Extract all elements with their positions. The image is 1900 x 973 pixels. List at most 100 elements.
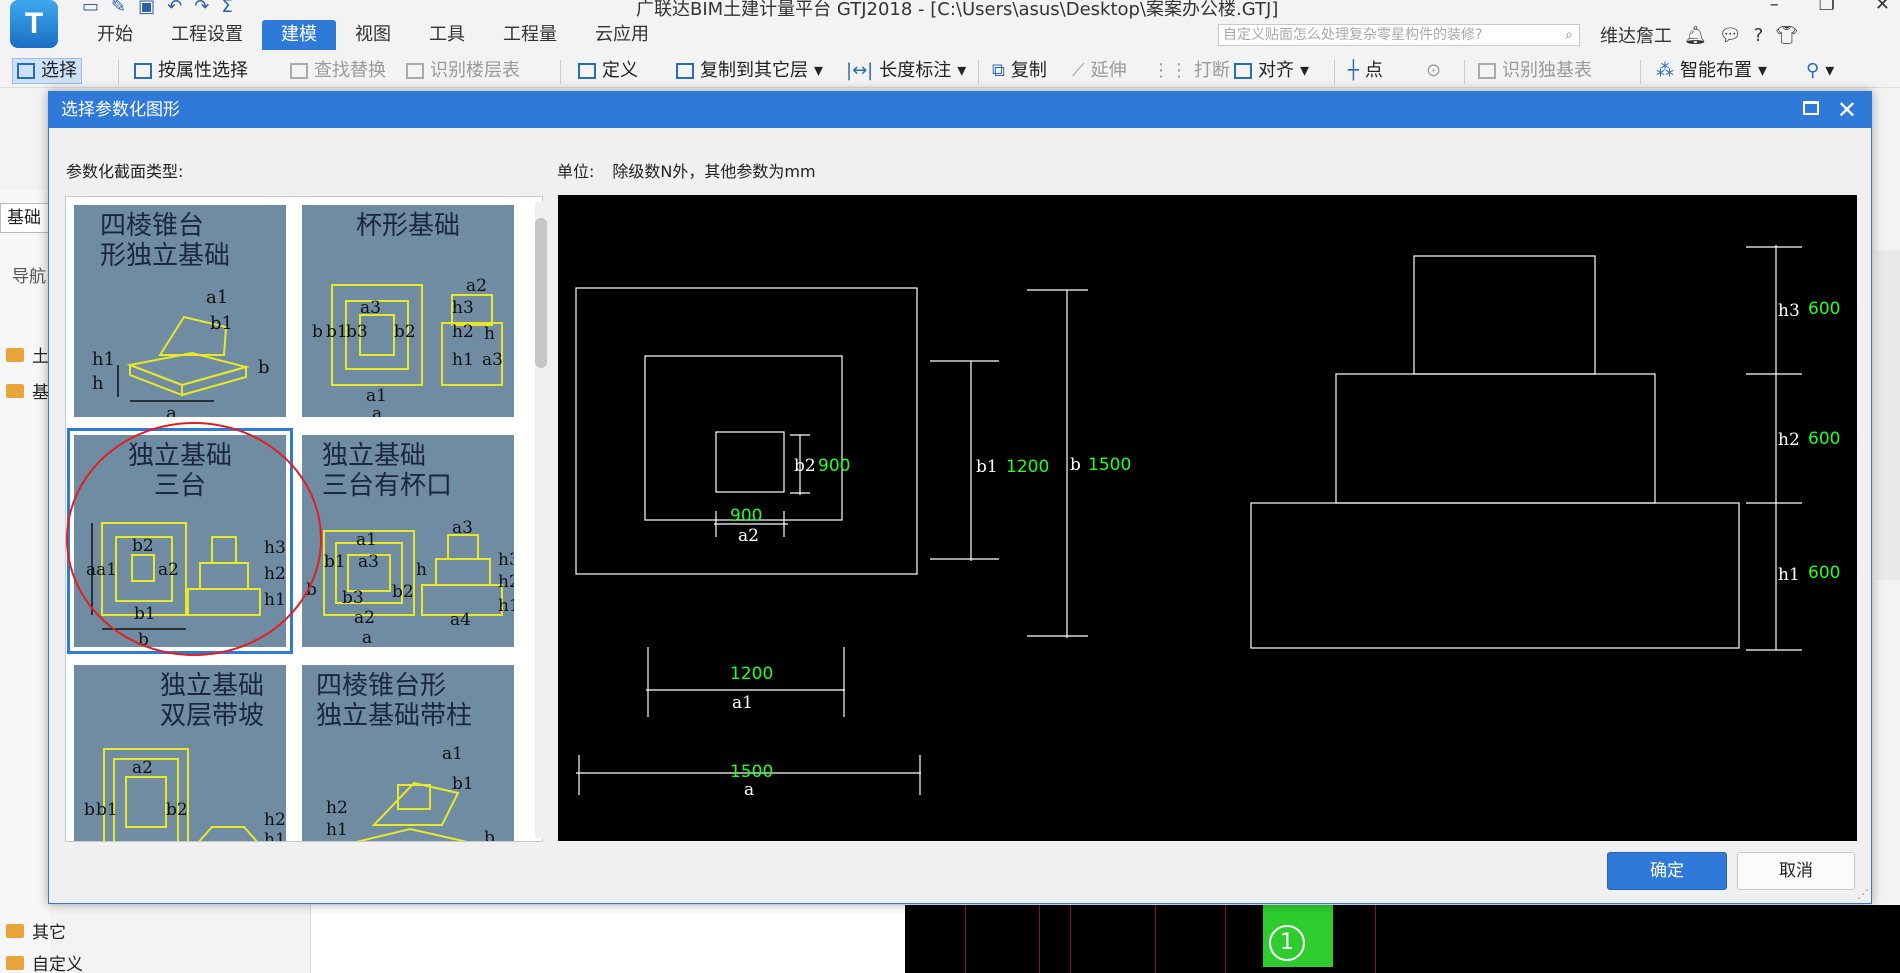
tab-quantities[interactable]: 工程量: [484, 20, 576, 50]
point-icon: ┼: [1348, 60, 1359, 81]
unit-label: 单位:: [557, 162, 595, 181]
rotate-icon: ⊙: [1426, 60, 1442, 81]
more-tools-button[interactable]: ⚲ ▾: [1806, 58, 1834, 84]
help-search-input[interactable]: 自定义贴面怎么处理复杂零星构件的装修? ⌕: [1218, 24, 1580, 46]
restore-icon[interactable]: ❐: [1819, 0, 1835, 15]
dim-a-label: a: [744, 780, 754, 800]
help-icon[interactable]: ?: [1754, 25, 1764, 46]
copy-button[interactable]: ⧉ 复制: [992, 58, 1047, 84]
svg-text:b: b: [84, 800, 95, 820]
shape-thumb-three-step-cup-foundation[interactable]: 独立基础 三台有杯口 aa2a1a3b1bb3b2ha3a4h3h2h1: [302, 435, 514, 647]
drawing-canvas[interactable]: 1: [905, 905, 1900, 973]
folder-icon: [6, 955, 24, 970]
thumb-drawing: a h1 h a1 b1 b: [92, 287, 270, 417]
shape-thumb-cup-foundation[interactable]: 杯形基础 a1 a b b1 b3 b2 a3 a2 h3 h2 h1 a3 h: [302, 205, 514, 417]
close-window-icon[interactable]: ✕: [1875, 0, 1890, 15]
tab-start[interactable]: 开始: [78, 20, 152, 50]
break-icon: ⋮⋮: [1152, 60, 1188, 81]
extend-button[interactable]: ⟋ 延伸: [1072, 58, 1127, 84]
svg-text:h2: h2: [326, 798, 348, 818]
tree-item[interactable]: 其它: [6, 918, 66, 943]
svg-text:a1: a1: [356, 530, 377, 550]
shape-thumb-pyramid-with-column[interactable]: 四棱锥台形 独立基础带柱 a1 b1 h2 h1 h b: [302, 665, 514, 841]
left-tab-foundation[interactable]: 基础: [0, 203, 50, 233]
tree-item[interactable]: 基: [6, 378, 49, 403]
tree-item[interactable]: 自定义: [6, 950, 83, 973]
point-button[interactable]: ┼ 点: [1348, 58, 1383, 84]
left-panel: [0, 190, 50, 973]
title-bar: ▭ ✎ ▣ ↶ ↷ Σ 广联达BIM土建计量平台 GTJ2018 - [C:\U…: [0, 0, 1900, 20]
minimize-icon[interactable]: –: [1770, 0, 1779, 15]
svg-text:b1: b1: [210, 313, 233, 334]
define-label: 定义: [602, 60, 638, 81]
dim-h2-label: h2: [1778, 430, 1800, 450]
align-button[interactable]: 对齐 ▾: [1234, 58, 1309, 84]
svg-text:a1: a1: [442, 744, 463, 764]
sum-icon[interactable]: Σ: [221, 0, 232, 17]
tab-cloud-apps[interactable]: 云应用: [576, 20, 668, 50]
dim-b2-value: 900: [818, 456, 850, 476]
tab-view[interactable]: 视图: [336, 20, 410, 50]
bell-icon[interactable]: 🔔︎: [1684, 25, 1707, 46]
new-file-icon[interactable]: ▭: [82, 0, 99, 17]
dim-h1-value: 600: [1808, 563, 1840, 583]
point-label: 点: [1364, 60, 1383, 81]
resize-grip-icon[interactable]: ⋰: [1857, 887, 1869, 901]
length-mark-button[interactable]: |↔| 长度标注 ▾: [846, 58, 966, 84]
tab-project-settings[interactable]: 工程设置: [152, 20, 262, 50]
menu-bar: 开始 工程设置 建模 视图 工具 工程量 云应用 自定义贴面怎么处理复杂零星构件…: [0, 20, 1900, 50]
shape-thumb-pyramid-foundation[interactable]: 四棱锥台 形独立基础 a h1 h a1 b1 b: [74, 205, 286, 417]
dim-h3-label: h3: [1778, 301, 1800, 321]
svg-text:b3: b3: [342, 588, 364, 608]
save-icon[interactable]: ▣: [138, 0, 155, 17]
smart-layout-button[interactable]: ⁂ 智能布置 ▾: [1656, 58, 1767, 84]
define-button[interactable]: 定义: [578, 58, 638, 84]
chevron-down-icon: ▾: [957, 60, 967, 81]
identify-foundation-table-button[interactable]: 识别独基表: [1478, 58, 1592, 84]
select-by-attribute-button[interactable]: 按属性选择: [134, 58, 248, 84]
tree-item-label: 基: [32, 383, 49, 403]
svg-text:b: b: [312, 322, 323, 342]
undo-icon[interactable]: ↶: [167, 0, 182, 17]
identify-foundation-table-label: 识别独基表: [1502, 60, 1592, 81]
svg-text:h1: h1: [92, 349, 115, 370]
select-tool[interactable]: 选择: [12, 58, 82, 84]
user-area: 维达詹工 🔔︎ 💬︎ ? 👕︎: [1600, 22, 1798, 48]
break-button[interactable]: ⋮⋮ 打断: [1152, 58, 1230, 84]
redo-icon[interactable]: ↷: [194, 0, 209, 17]
chevron-down-icon: ▾: [814, 60, 824, 81]
svg-text:h: h: [484, 324, 495, 344]
find-replace-button[interactable]: 查找替换: [290, 58, 386, 84]
grid-line: [1375, 905, 1376, 973]
menu-tabs: 开始 工程设置 建模 视图 工具 工程量 云应用: [78, 20, 668, 50]
rotate-point-button[interactable]: ⊙: [1426, 58, 1441, 84]
maximize-icon[interactable]: [1803, 101, 1819, 115]
identify-floor-table-button[interactable]: 识别楼层表: [406, 58, 520, 84]
chat-icon[interactable]: 💬︎: [1719, 25, 1742, 46]
shape-preview-canvas[interactable]: 1500 a 1200 a1 900 a2 b 1500 b1 1200 b2 …: [558, 195, 1857, 841]
copy-icon: ⧉: [992, 60, 1005, 81]
shape-thumb-two-layer-slope-foundation[interactable]: 独立基础 双层带坡 a2 b b1 b2 a1 h2 h1: [74, 665, 286, 842]
svg-text:a2: a2: [466, 276, 487, 296]
toolbar-divider: [560, 60, 561, 84]
svg-text:a: a: [86, 560, 96, 580]
cancel-button[interactable]: 取消: [1737, 852, 1855, 890]
search-placeholder: 自定义贴面怎么处理复杂零星构件的装修?: [1223, 27, 1483, 43]
ok-button[interactable]: 确定: [1607, 852, 1727, 890]
shirt-icon[interactable]: 👕︎: [1775, 25, 1798, 46]
search-icon[interactable]: ⌕: [1565, 25, 1573, 45]
open-file-icon[interactable]: ✎: [111, 0, 126, 17]
tab-modeling[interactable]: 建模: [262, 20, 336, 50]
user-name[interactable]: 维达詹工: [1600, 22, 1672, 48]
shape-thumb-three-step-foundation[interactable]: 独立基础 三台 b b1 b2 a2 a a1 h3 h2 h1: [67, 428, 293, 654]
svg-text:b2: b2: [394, 322, 416, 342]
tab-tools[interactable]: 工具: [410, 20, 484, 50]
svg-text:h1: h1: [264, 830, 286, 842]
svg-text:b1: b1: [452, 774, 474, 794]
copy-to-other-floor-button[interactable]: 复制到其它层 ▾: [676, 58, 823, 84]
thumbnail-scrollbar-thumb[interactable]: [535, 218, 547, 368]
svg-text:h2: h2: [264, 810, 286, 830]
svg-text:a2: a2: [158, 560, 179, 580]
tree-item[interactable]: 土: [6, 342, 49, 367]
close-icon[interactable]: ✕: [1837, 96, 1857, 124]
